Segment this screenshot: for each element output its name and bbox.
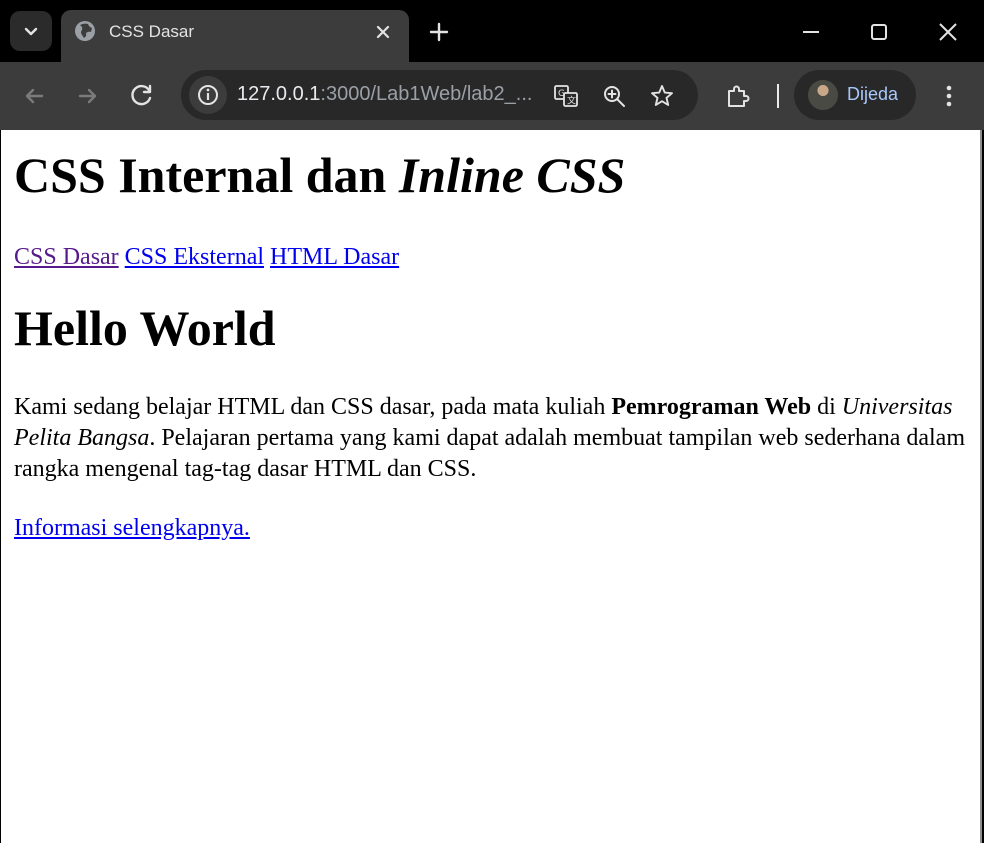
profile-name: Dijeda	[847, 84, 899, 104]
globe-icon	[75, 21, 95, 41]
active-tab[interactable]: CSS Dasar	[61, 10, 409, 62]
page-title: CSS Internal dan Inline CSS	[14, 148, 969, 202]
svg-text:G: G	[558, 89, 565, 99]
tab-list-icon	[24, 27, 38, 36]
toolbar-divider	[777, 84, 779, 108]
more-vert-icon[interactable]	[936, 82, 962, 110]
star-icon[interactable]	[649, 83, 675, 109]
translate-icon[interactable]: G文	[553, 83, 579, 109]
page-content: CSS Internal dan Inline CSS CSS Dasar CS…	[14, 130, 969, 544]
site-info-icon	[198, 85, 218, 105]
page-title-text: CSS Internal dan	[14, 147, 399, 203]
window-border	[980, 130, 982, 843]
plus-icon[interactable]	[427, 20, 451, 44]
maximize-icon[interactable]	[867, 20, 891, 44]
intro-paragraph: Kami sedang belajar HTML dan CSS dasar, …	[14, 392, 969, 485]
url-text: 127.0.0.1:3000/Lab1Web/lab2_...	[237, 83, 532, 106]
more-info-link[interactable]: Informasi selengkapnya.	[14, 515, 250, 541]
reload-icon[interactable]	[128, 82, 156, 110]
intro-text-3: . Pelajaran pertama yang kami dapat adal…	[14, 425, 965, 482]
url-host: 127.0.0.1	[237, 83, 321, 105]
avatar	[808, 80, 838, 110]
nav-link-css-eksternal[interactable]: CSS Eksternal	[125, 244, 264, 270]
address-bar[interactable]: 127.0.0.1:3000/Lab1Web/lab2_... G文	[181, 70, 698, 120]
intro-text-1: Kami sedang belajar HTML dan CSS dasar, …	[14, 394, 612, 420]
forward-arrow-icon[interactable]	[74, 82, 102, 110]
intro-text-2: di	[811, 394, 842, 420]
page-viewport: CSS Internal dan Inline CSS CSS Dasar CS…	[1, 130, 982, 843]
svg-text:文: 文	[567, 95, 576, 107]
minimize-icon[interactable]	[799, 20, 823, 44]
extensions-icon[interactable]	[724, 82, 752, 110]
url-path: :3000/Lab1Web/lab2_...	[320, 83, 533, 105]
nav-link-html-dasar[interactable]: HTML Dasar	[270, 244, 399, 270]
browser-toolbar: 127.0.0.1:3000/Lab1Web/lab2_... G文 Dijed…	[0, 62, 984, 130]
nav-links: CSS Dasar CSS Eksternal HTML Dasar	[14, 243, 969, 271]
title-bar: CSS Dasar	[0, 0, 984, 62]
page-title-italic: Inline CSS	[398, 147, 626, 203]
close-icon[interactable]	[373, 22, 393, 42]
profile-button[interactable]: Dijeda	[794, 70, 916, 120]
window-close-icon[interactable]	[936, 20, 960, 44]
nav-link-css-dasar[interactable]: CSS Dasar	[14, 244, 119, 270]
more-info-paragraph: Informasi selengkapnya.	[14, 513, 969, 544]
back-arrow-icon[interactable]	[20, 82, 48, 110]
intro-course-name: Pemrograman Web	[611, 394, 812, 420]
tab-search-button[interactable]	[10, 11, 52, 51]
tab-title: CSS Dasar	[109, 22, 195, 41]
site-info-button[interactable]	[189, 76, 227, 114]
zoom-icon[interactable]	[601, 83, 627, 109]
hello-heading: Hello World	[14, 300, 276, 356]
